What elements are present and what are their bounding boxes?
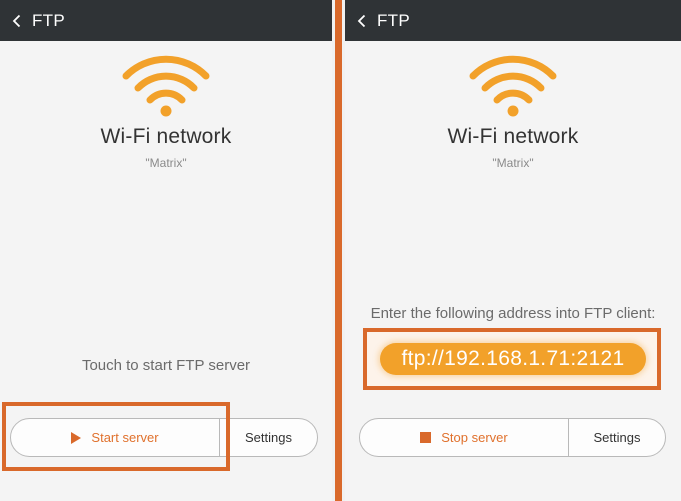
stop-icon [420,432,432,443]
server-button-group: Start server Settings [10,418,318,457]
settings-button[interactable]: Settings [569,419,665,456]
address-hint: Enter the following address into FTP cli… [370,305,656,322]
stop-server-button[interactable]: Stop server [360,419,569,456]
panel-divider [332,0,345,501]
page-title: FTP [32,10,66,30]
network-label: Wi-Fi network [100,125,232,148]
ftp-screen-stopped: FTP Wi-Fi network "Matrix" Touch to star… [0,0,332,501]
address-highlight: ftp://192.168.1.71:2121 [363,328,661,390]
ftp-screen-running: FTP Wi-Fi network "Matrix" Enter the fol… [345,0,681,501]
start-hint: Touch to start FTP server [81,357,251,374]
chevron-left-icon[interactable] [2,0,32,41]
play-icon [71,431,82,444]
start-server-label: Start server [91,430,159,445]
start-server-button[interactable]: Start server [11,419,220,456]
title-bar: FTP [0,0,332,41]
chevron-left-icon[interactable] [347,0,377,41]
page-title: FTP [377,10,411,30]
server-button-group: Stop server Settings [359,418,666,457]
network-ssid: "Matrix" [145,156,187,170]
settings-label: Settings [245,430,292,445]
title-bar: FTP [345,0,681,41]
network-label: Wi-Fi network [447,125,579,148]
settings-label: Settings [593,430,641,445]
network-ssid: "Matrix" [492,156,534,170]
settings-button[interactable]: Settings [220,419,317,456]
ftp-address: ftp://192.168.1.71:2121 [380,343,646,375]
stop-server-label: Stop server [441,430,508,445]
wifi-icon [469,55,557,117]
wifi-icon [122,55,210,117]
